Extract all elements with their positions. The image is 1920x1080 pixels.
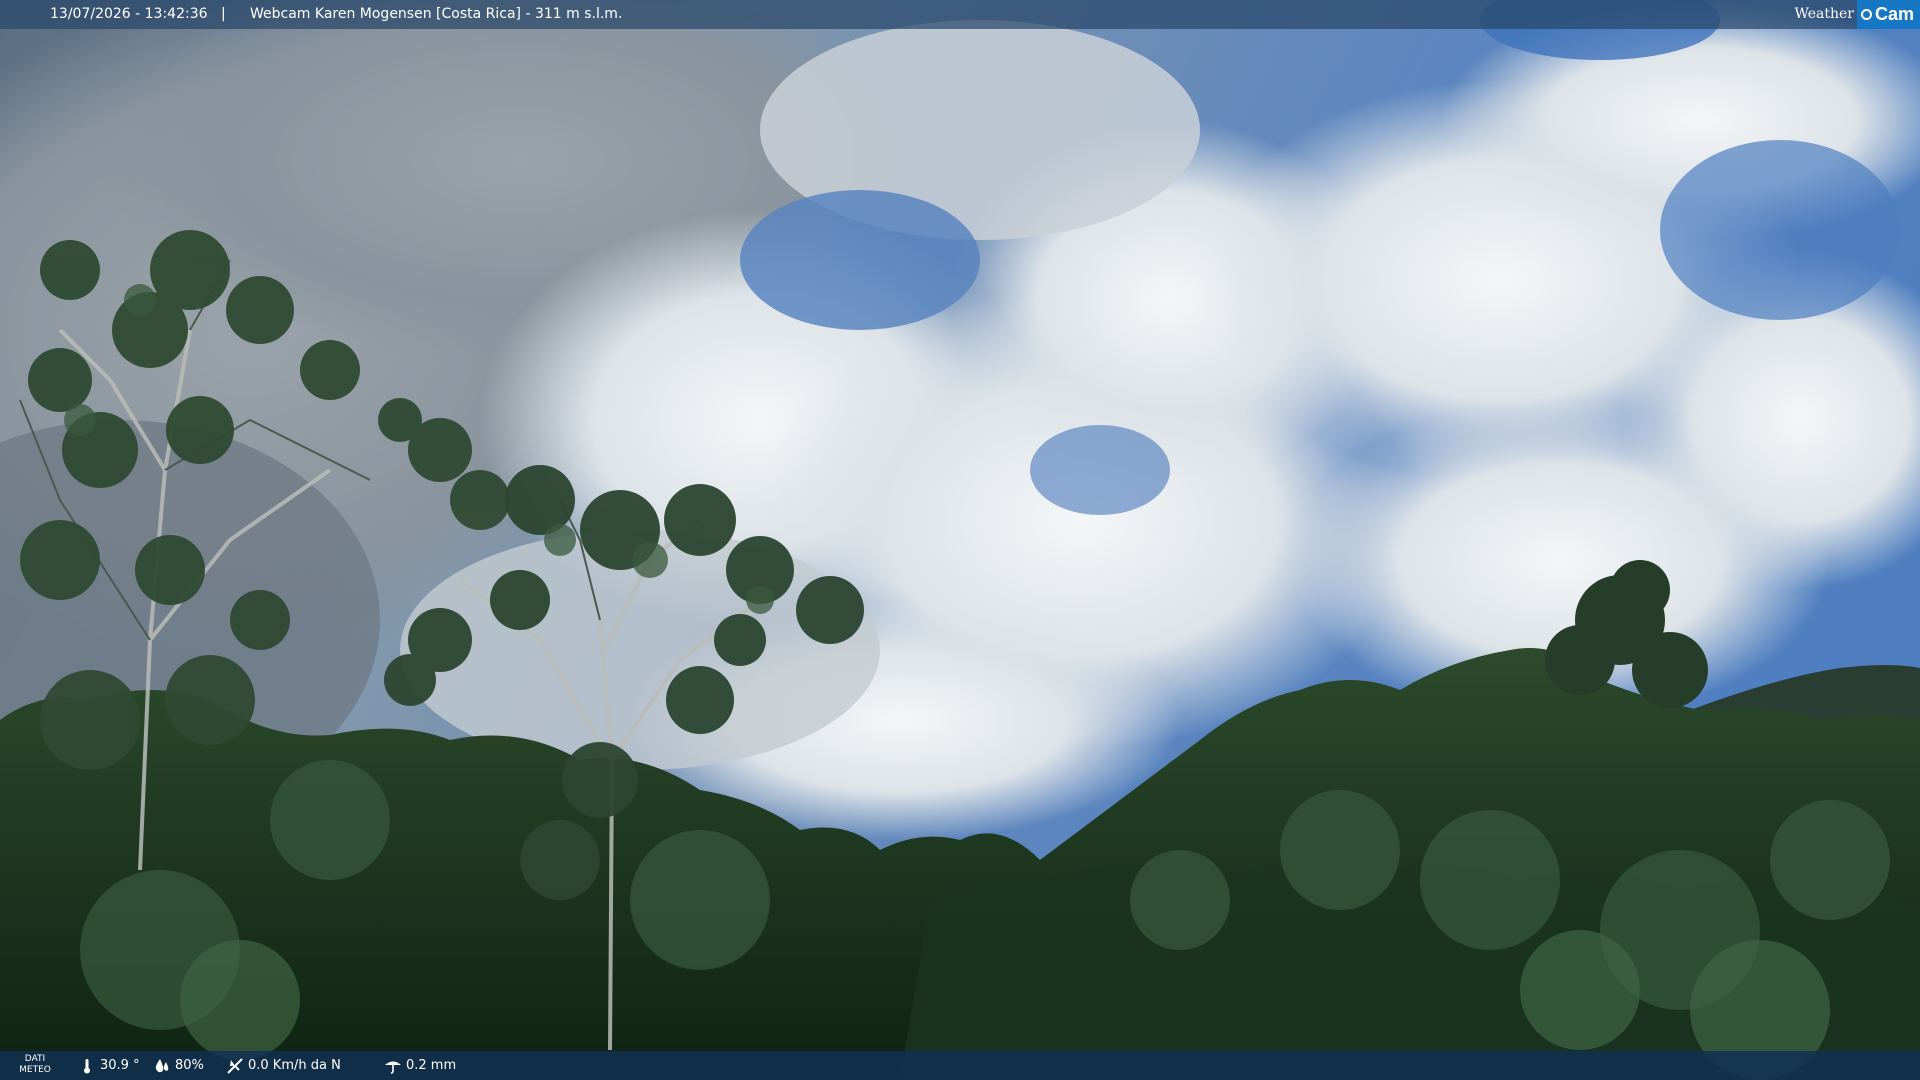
- rain-reading: 0.2 mm: [384, 1051, 456, 1080]
- temperature-value: 30.9 °: [100, 1058, 140, 1073]
- info-separator: |: [221, 6, 226, 22]
- weather-label-line2: METEO: [19, 1065, 51, 1075]
- logo-word: Weather: [1794, 6, 1854, 22]
- thermometer-icon: [84, 1058, 90, 1073]
- weather-data-label: DATI METEO: [18, 1054, 52, 1076]
- webcam-frame: 13/07/2026 - 13:42:36 | Webcam Karen Mog…: [0, 0, 1920, 1080]
- logo-dot-icon: [1860, 9, 1872, 20]
- wind-value: 0.0 Km/h da N: [248, 1058, 341, 1073]
- weathercam-logo: Weather Cam: [1794, 0, 1920, 29]
- humidity-value: 80%: [175, 1058, 204, 1073]
- humidity-reading: 80%: [153, 1051, 204, 1080]
- webcam-image: [0, 0, 1920, 1080]
- weather-label-line1: DATI: [24, 1054, 46, 1064]
- timestamp: 13/07/2026 - 13:42:36: [50, 6, 208, 22]
- logo-cam: Cam: [1874, 4, 1914, 24]
- wind-icon: [227, 1057, 243, 1074]
- rain-value: 0.2 mm: [406, 1058, 457, 1073]
- wind-reading: 0.0 Km/h da N: [226, 1051, 341, 1080]
- rain-gauge-icon: [385, 1061, 401, 1074]
- webcam-info-bar: 13/07/2026 - 13:42:36 | Webcam Karen Mog…: [0, 0, 1920, 29]
- weather-data-bar: DATI METEO 30.9 ° 80% 0.0 Km/h da N 0.2 …: [0, 1051, 1920, 1080]
- webcam-title: Webcam Karen Mogensen [Costa Rica] - 311…: [250, 6, 623, 22]
- humidity-drop-icon: [155, 1058, 169, 1072]
- temperature-reading: 30.9 °: [78, 1051, 140, 1080]
- logo-cam-badge: Cam: [1856, 0, 1920, 29]
